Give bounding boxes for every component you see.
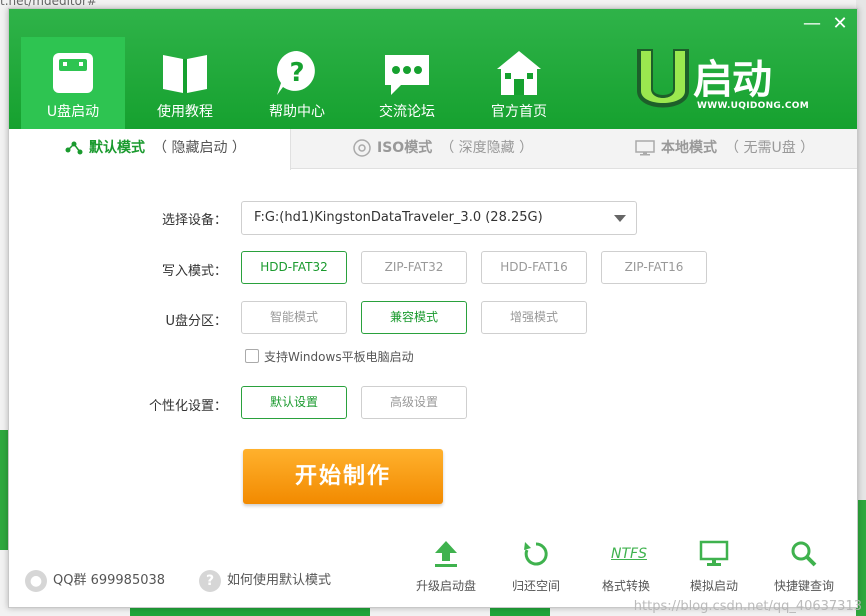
- minimize-button[interactable]: —: [801, 13, 823, 35]
- help-default-mode-link[interactable]: ? 如何使用默认模式: [199, 569, 331, 592]
- tool-label: 格式转换: [601, 579, 650, 593]
- tool-shortcut-query[interactable]: 快捷键查询: [767, 539, 841, 599]
- write-mode-zip-fat16[interactable]: ZIP-FAT16: [601, 251, 707, 284]
- partition-smart[interactable]: 智能模式: [241, 301, 347, 334]
- book-icon: [163, 55, 207, 93]
- background-green-strip-left: [0, 430, 8, 550]
- tool-label: 模拟启动: [689, 579, 738, 593]
- usb-drive-icon: [53, 53, 93, 93]
- start-make-button[interactable]: 开始制作: [243, 449, 443, 504]
- tool-label: 快捷键查询: [773, 579, 834, 593]
- nav-label: 官方首页: [491, 104, 547, 120]
- nav-help-center[interactable]: ? 帮助中心: [245, 37, 349, 129]
- close-button[interactable]: ✕: [829, 13, 851, 35]
- nav-home[interactable]: 官方首页: [467, 37, 571, 129]
- tab-default-mode[interactable]: 默认模式 （ 隐藏启动 ）: [9, 129, 291, 170]
- nav-forum[interactable]: 交流论坛: [355, 37, 459, 129]
- help-icon: ?: [199, 569, 221, 592]
- write-mode-zip-fat32[interactable]: ZIP-FAT32: [361, 251, 467, 284]
- nav-tutorial[interactable]: 使用教程: [133, 37, 237, 129]
- qq-group-link[interactable]: ● QQ群 699985038: [25, 569, 165, 592]
- watermark-text: https://blog.csdn.net/qq_40637313: [633, 599, 862, 614]
- tab-local-mode[interactable]: 本地模式 （ 无需U盘 ）: [581, 129, 857, 169]
- tab-sublabel: （ 深度隐藏 ）: [440, 140, 534, 156]
- monitor-icon: [699, 540, 729, 566]
- monitor-icon: [635, 140, 655, 156]
- logo-text: 启动: [693, 57, 772, 103]
- tool-label: 归还空间: [511, 579, 560, 593]
- tablet-boot-checkbox[interactable]: [245, 349, 259, 363]
- tab-label: 本地模式: [661, 140, 717, 156]
- tab-sublabel: （ 无需U盘 ）: [725, 140, 815, 156]
- svg-text:?: ?: [289, 58, 304, 88]
- partition-compatible[interactable]: 兼容模式: [361, 301, 467, 334]
- ntfs-icon: NTFS: [611, 546, 647, 562]
- tool-upgrade-boot-disk[interactable]: 升级启动盘: [409, 539, 483, 599]
- personal-default-setting[interactable]: 默认设置: [241, 386, 347, 419]
- share-nodes-icon: [65, 141, 83, 155]
- search-icon: [791, 541, 817, 567]
- nav-label: 使用教程: [157, 104, 213, 120]
- device-select[interactable]: F:G:(hd1)KingstonDataTraveler_3.0 (28.25…: [241, 201, 637, 235]
- nav-label: 帮助中心: [269, 104, 325, 120]
- personalization-label: 个性化设置：: [148, 399, 227, 414]
- disc-icon: [353, 139, 371, 157]
- nav-usb-boot[interactable]: U盘启动: [21, 37, 125, 129]
- tab-sublabel: （ 隐藏启动 ）: [153, 140, 246, 156]
- chat-bubble-icon: [385, 55, 429, 95]
- partition-label: U盘分区：: [165, 314, 227, 329]
- personal-advanced-setting[interactable]: 高级设置: [361, 386, 467, 419]
- tablet-boot-label: 支持Windows平板电脑启动: [264, 350, 414, 364]
- qq-icon: ●: [25, 569, 47, 592]
- nav-label: U盘启动: [46, 104, 100, 120]
- header-bar: — ✕ U盘启动 使用教程 ? 帮助中心 交流论坛 官方首页 启动 WWW.UQ…: [9, 9, 857, 129]
- help-icon: ?: [277, 51, 315, 95]
- u-logo-icon: [637, 49, 689, 108]
- device-label: 选择设备：: [161, 213, 227, 228]
- tool-label: 升级启动盘: [415, 579, 476, 593]
- tab-iso-mode[interactable]: ISO模式 （ 深度隐藏 ）: [291, 129, 581, 169]
- tab-label: 默认模式: [89, 140, 145, 156]
- tool-format-convert[interactable]: NTFS 格式转换: [589, 539, 663, 599]
- nav-label: 交流论坛: [379, 104, 435, 120]
- tool-simulate-boot[interactable]: 模拟启动: [677, 539, 751, 599]
- tool-restore-space[interactable]: 归还空间: [499, 539, 573, 599]
- background-url-fragment: t.net/mdeditor#: [0, 0, 97, 8]
- write-mode-label: 写入模式：: [161, 264, 227, 279]
- chevron-down-icon: [614, 215, 626, 222]
- partition-enhanced[interactable]: 增强模式: [481, 301, 587, 334]
- upload-arrow-icon: [435, 541, 457, 567]
- qq-group-text: QQ群 699985038: [53, 573, 166, 588]
- home-icon: [497, 51, 541, 95]
- write-mode-hdd-fat16[interactable]: HDD-FAT16: [481, 251, 587, 284]
- uqidong-logo: 启动 WWW.UQIDONG.COM: [627, 45, 809, 115]
- device-value: F:G:(hd1)KingstonDataTraveler_3.0 (28.25…: [254, 210, 543, 225]
- write-mode-hdd-fat32[interactable]: HDD-FAT32: [241, 251, 347, 284]
- logo-url: WWW.UQIDONG.COM: [697, 101, 809, 111]
- restore-icon: [524, 542, 548, 566]
- tab-label: ISO模式: [377, 140, 433, 156]
- app-window: — ✕ U盘启动 使用教程 ? 帮助中心 交流论坛 官方首页 启动 WWW.UQ…: [8, 8, 858, 608]
- help-default-mode-text: 如何使用默认模式: [227, 573, 332, 588]
- mode-tabs: 默认模式 （ 隐藏启动 ） ISO模式 （ 深度隐藏 ） 本地模式 （ 无需U盘 ）: [9, 129, 857, 170]
